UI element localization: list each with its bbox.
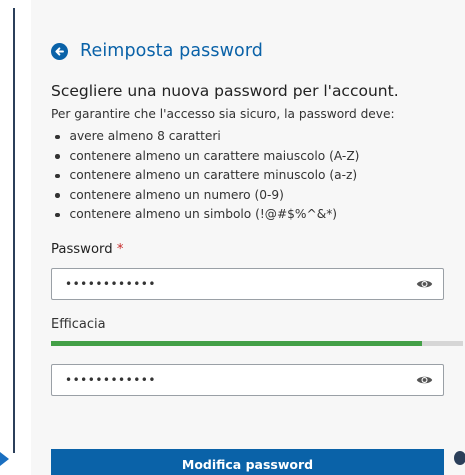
bullet-icon — [55, 193, 60, 198]
strength-meter — [51, 341, 463, 346]
confirm-password-field[interactable]: •••••••••••• — [51, 364, 444, 396]
carousel-arrow-icon[interactable] — [0, 452, 9, 466]
bullet-icon — [55, 134, 60, 139]
requirement-text: contenere almeno un simbolo (!@#$%^&*) — [69, 207, 338, 221]
left-border-rule — [13, 8, 15, 453]
bullet-icon — [55, 173, 60, 178]
bullet-icon — [55, 212, 60, 217]
requirement-text: contenere almeno un carattere maiuscolo … — [69, 148, 360, 163]
section-heading: Scegliere una nuova password per l'accou… — [51, 82, 399, 100]
confirm-password-value: •••••••••••• — [65, 373, 156, 387]
page: Reimposta password Scegliere una nuova p… — [0, 0, 465, 475]
requirements-list: avere almeno 8 caratteri contenere almen… — [51, 127, 359, 225]
password-value: •••••••••••• — [65, 277, 156, 291]
password-label-text: Password — [51, 242, 113, 257]
requirement-text: contenere almeno un numero (0-9) — [69, 187, 284, 202]
eye-icon[interactable] — [409, 269, 439, 299]
page-title: Reimposta password — [80, 41, 264, 61]
list-item: avere almeno 8 caratteri — [51, 127, 359, 147]
back-button[interactable] — [51, 42, 68, 60]
page-header: Reimposta password — [51, 38, 263, 64]
carousel-dot-icon[interactable] — [454, 451, 465, 465]
reset-password-card — [31, 0, 465, 475]
bullet-icon — [55, 154, 60, 159]
eye-icon[interactable] — [409, 365, 439, 395]
required-marker: * — [116, 242, 124, 257]
arrow-left-circle-icon — [54, 46, 65, 57]
requirements-intro: Per garantire che l'accesso sia sicuro, … — [51, 107, 395, 121]
list-item: contenere almeno un simbolo (!@#$%^&*) — [51, 205, 359, 225]
password-label: Password * — [51, 242, 123, 257]
strength-meter-fill — [51, 341, 422, 346]
strength-label: Efficacia — [51, 317, 106, 332]
requirement-text: contenere almeno un carattere minuscolo … — [69, 168, 358, 182]
list-item: contenere almeno un carattere maiuscolo … — [51, 147, 359, 167]
list-item: contenere almeno un numero (0-9) — [51, 186, 359, 206]
requirement-text: avere almeno 8 caratteri — [69, 129, 221, 143]
modify-password-button[interactable]: Modifica password — [51, 449, 444, 475]
password-field[interactable]: •••••••••••• — [51, 268, 444, 300]
list-item: contenere almeno un carattere minuscolo … — [51, 166, 359, 186]
